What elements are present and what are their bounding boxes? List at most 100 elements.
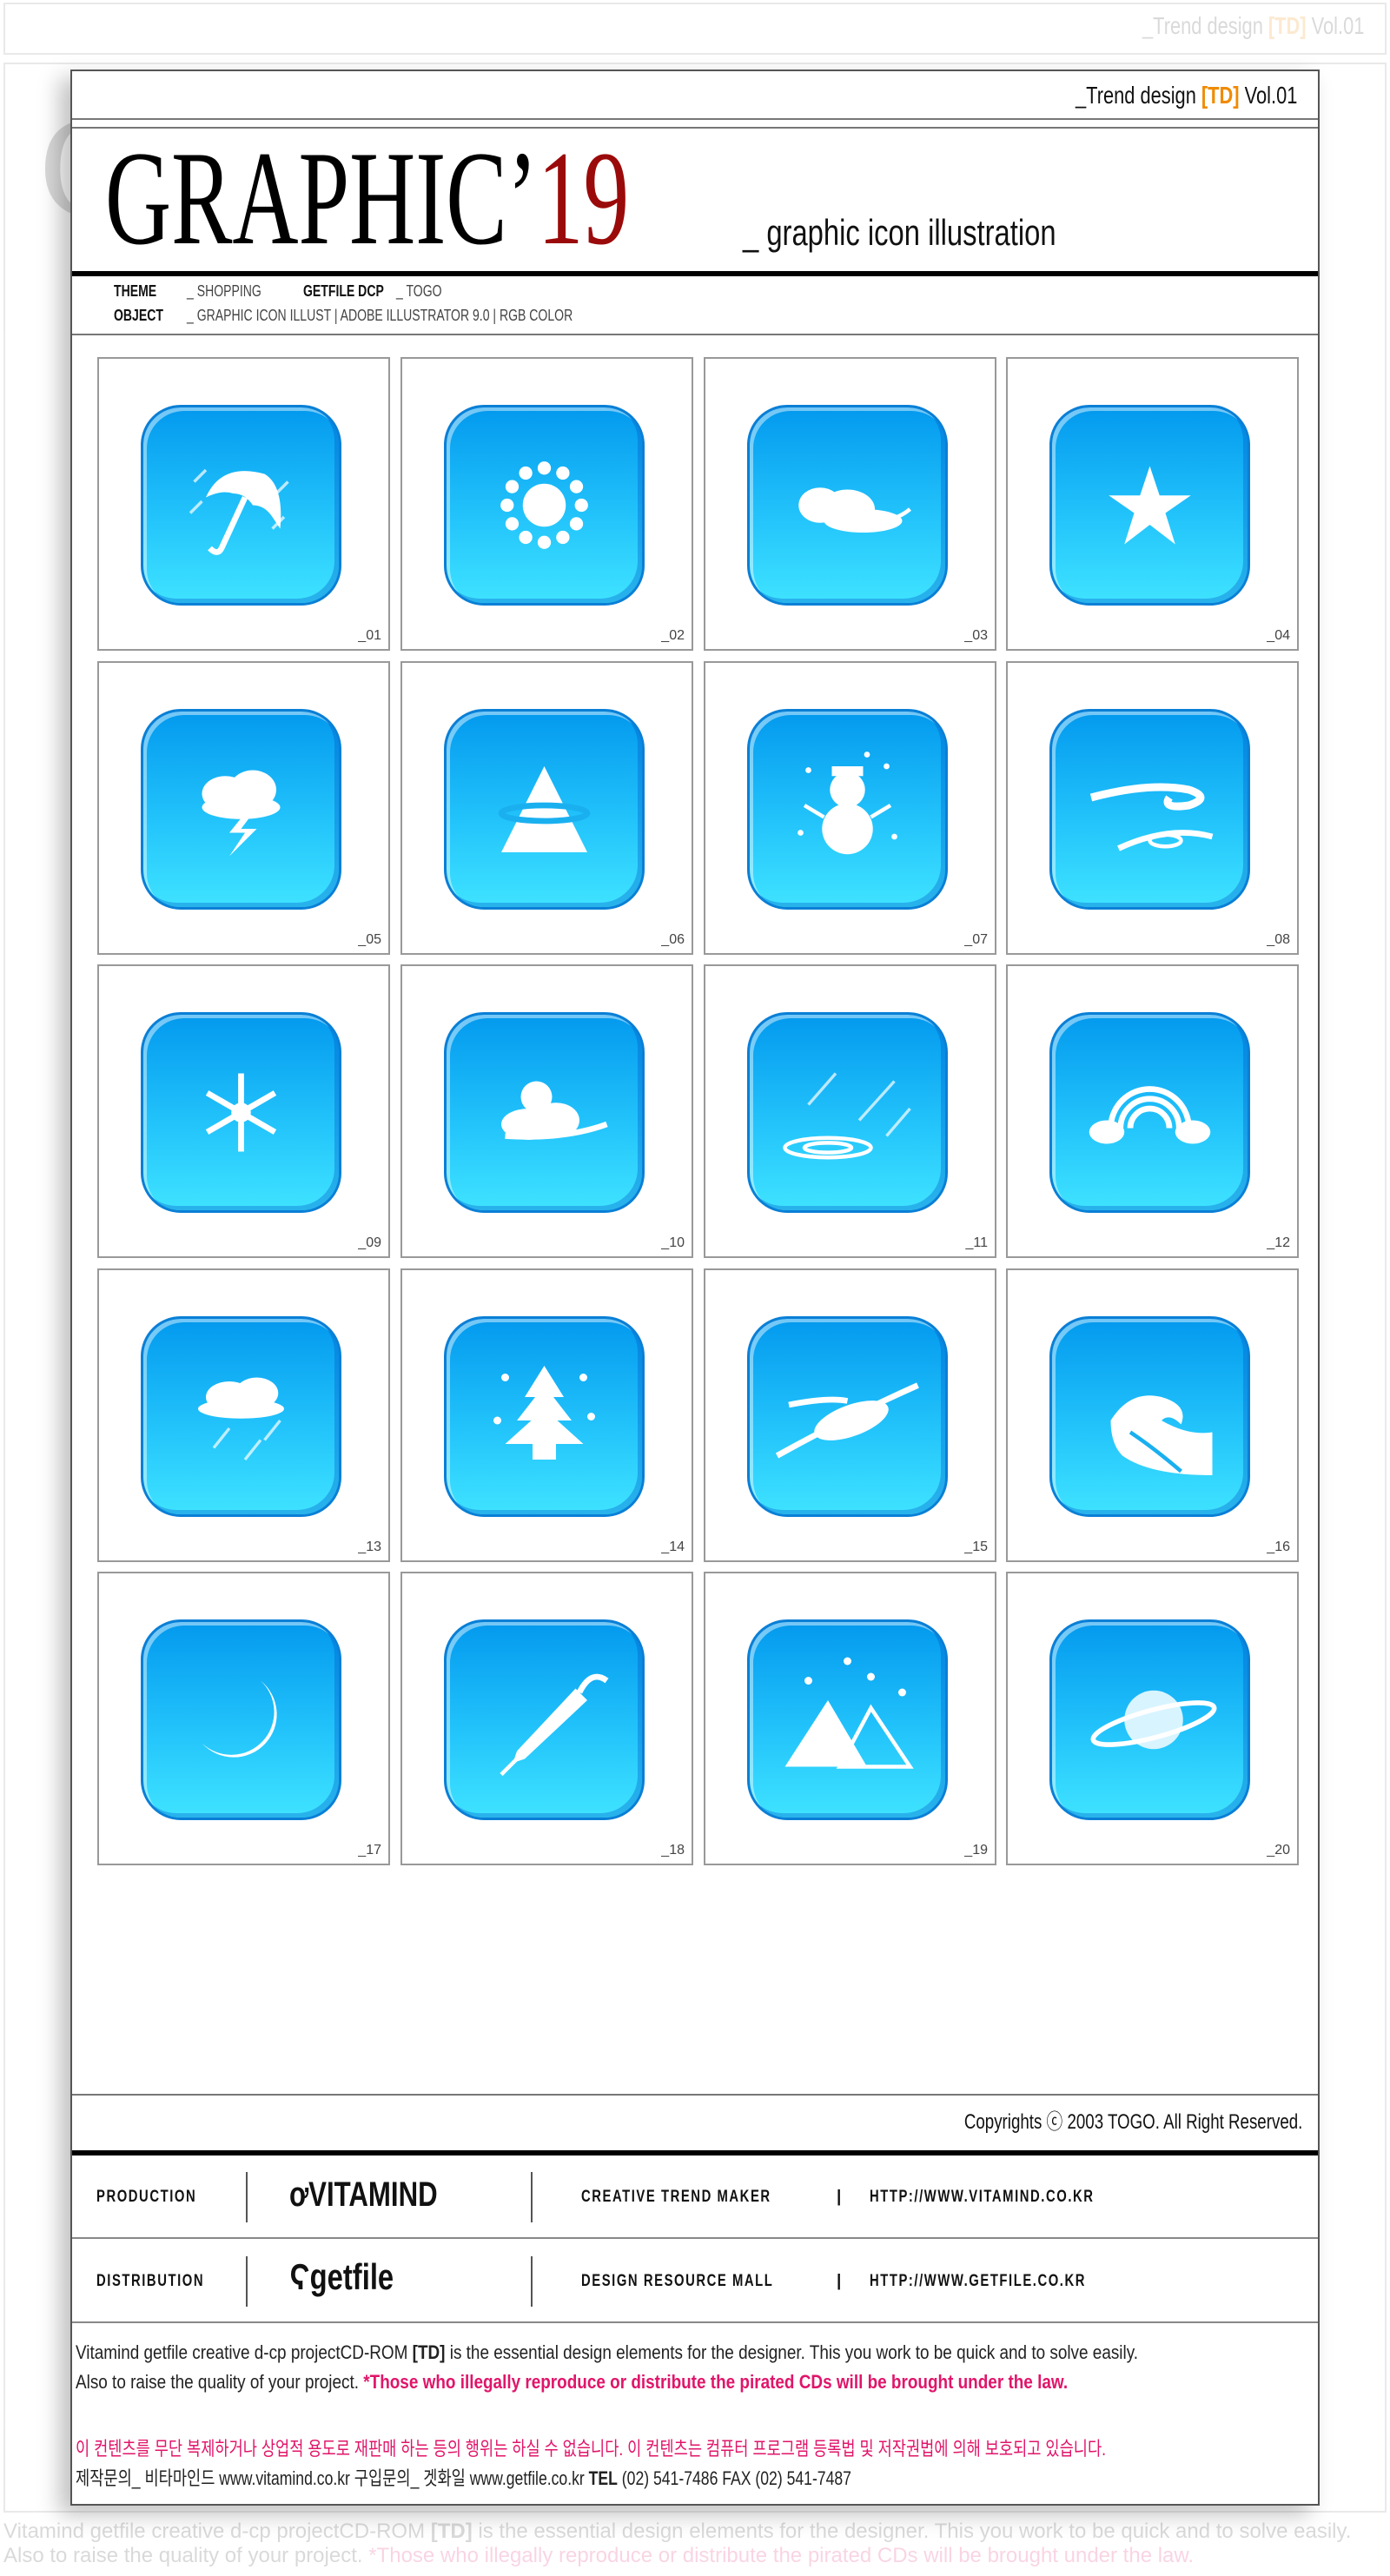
catalog-card: _Trend design [TD] Vol.01 GRAPHIC’19 _ g… [70,70,1320,2506]
getfile-logo: Ϛgetfile [289,2256,394,2297]
icon-cell[interactable]: _09 [97,964,390,1258]
divider [531,2256,533,2307]
icon-cell[interactable]: _11 [704,964,996,1258]
mountain-cloud-icon[interactable] [444,708,645,910]
divider [531,2172,533,2222]
vitamind-link[interactable]: HTTP://WWW.VITAMIND.CO.KR [870,2188,1095,2207]
icon-cell[interactable]: _18 [400,1572,693,1865]
page-subtitle: _ graphic icon illustration [743,212,1056,253]
icon-cell[interactable]: _07 [704,660,996,955]
bg-notice: Vitamind getfile creative d-cp projectCD… [3,2520,1352,2567]
icon-number: _08 [1267,931,1290,947]
icon-grid-panel: _01 _02 _03 _04 _05 _06 _07 _08 _09 _10 _11 _12 _13 _… [72,334,1318,2096]
icon-number: _01 [358,628,381,643]
icon-cell[interactable]: _13 [97,1268,390,1562]
star-icon[interactable] [1049,405,1250,606]
icon-number: _10 [661,1235,685,1250]
thunder-cloud-icon[interactable] [141,708,341,910]
icon-number: _14 [661,1539,685,1554]
icon-cell[interactable]: _17 [97,1572,390,1865]
icon-number: _11 [965,1235,988,1250]
snow-tree-icon[interactable] [444,1315,645,1517]
icon-number: _15 [964,1539,988,1554]
snow-mountain-icon[interactable] [747,1619,948,1820]
korean-warning: 이 컨텐츠를 무단 복제하거나 상업적 용도로 재판매 하는 등의 행위는 하실… [76,2438,1107,2460]
notice-box: Vitamind getfile creative d-cp projectCD… [72,2324,1318,2507]
icon-cell[interactable]: _05 [97,660,390,955]
icon-cell[interactable]: _04 [1006,357,1299,651]
icon-number: _05 [358,931,381,947]
icon-number: _20 [1267,1843,1290,1858]
closed-umbrella-icon[interactable] [444,1619,645,1820]
notice-line-1: Vitamind getfile creative d-cp projectCD… [76,2341,1139,2363]
icon-cell[interactable]: _12 [1006,964,1299,1258]
meta-theme-row: THEME _ SHOPPING GETFILE DCP _ TOGO [114,282,896,301]
production-tagline: CREATIVE TREND MAKER [581,2188,771,2206]
icon-cell[interactable]: _16 [1006,1268,1299,1562]
wind-icon[interactable] [1049,708,1250,910]
series-label: _Trend design [TD] Vol.01 [1075,82,1297,109]
icon-number: _07 [964,931,988,947]
production-row: PRODUCTION ơVITAMIND CREATIVE TREND MAKE… [72,2156,1318,2239]
icon-cell[interactable]: _02 [400,357,693,651]
separator: | [837,2272,844,2290]
cloud-icon[interactable] [747,405,948,606]
footer-divider [72,2150,1318,2155]
theme-value: _ SHOPPING [187,282,261,300]
moon-icon[interactable] [141,1619,341,1820]
getfile-label: GETFILE DCP [303,282,384,300]
icon-cell[interactable]: _14 [400,1268,693,1562]
header: GRAPHIC’19 _ graphic icon illustration [72,127,1318,276]
rain-puddle-icon[interactable] [747,1012,948,1213]
planet-icon[interactable] [1049,1619,1250,1820]
rain-cloud-icon[interactable] [141,1315,341,1517]
top-bar: _Trend design [TD] Vol.01 [72,71,1318,120]
icon-cell[interactable]: _19 [704,1572,996,1865]
object-value: _ GRAPHIC ICON ILLUST | ADOBE ILLUSTRATO… [187,307,573,324]
distribution-label: DISTRIBUTION [96,2272,205,2290]
icon-cell[interactable]: _01 [97,357,390,651]
object-label: OBJECT [114,307,163,324]
icon-number: _19 [964,1843,988,1858]
vitamind-logo: ơVITAMIND [289,2175,438,2214]
icon-number: _09 [358,1235,381,1250]
meta-object-row: OBJECT _ GRAPHIC ICON ILLUST | ADOBE ILL… [114,307,896,326]
copyright: Copyrights ⓒ 2003 TOGO. All Right Reserv… [963,2110,1302,2134]
icon-cell[interactable]: _10 [400,964,693,1258]
wave-icon[interactable] [1049,1315,1250,1517]
divider [246,2256,248,2307]
getfile-value: _ TOGO [396,282,442,300]
icon-number: _06 [661,931,685,947]
icon-cell[interactable]: _06 [400,660,693,955]
contact-line: 제작문의_ 비타마인드 www.vitamind.co.kr 구입문의_ 겟화일… [76,2467,851,2489]
distribution-row: DISTRIBUTION Ϛgetfile DESIGN RESOURCE MA… [72,2241,1318,2323]
icon-cell[interactable]: _20 [1006,1572,1299,1865]
separator: | [837,2188,844,2206]
icon-cell[interactable]: _03 [704,357,996,651]
sun-cloud-icon[interactable] [444,1012,645,1213]
sun-icon[interactable] [444,405,645,606]
icon-number: _12 [1267,1235,1290,1250]
typhoon-icon[interactable] [747,1315,948,1517]
production-label: PRODUCTION [96,2188,197,2206]
getfile-link[interactable]: HTTP://WWW.GETFILE.CO.KR [870,2272,1086,2291]
icon-number: _16 [1267,1539,1290,1554]
umbrella-rain-icon[interactable] [141,405,341,606]
icon-number: _18 [661,1843,685,1858]
icon-cell[interactable]: _15 [704,1268,996,1562]
icon-cell[interactable]: _08 [1006,660,1299,955]
icon-number: _04 [1267,628,1290,643]
icon-number: _13 [358,1539,381,1554]
icon-number: _02 [661,628,685,643]
icon-number: _17 [358,1843,381,1858]
theme-label: THEME [114,282,157,300]
notice-line-2: Also to raise the quality of your projec… [76,2371,1069,2393]
page-title: GRAPHIC’19 [105,123,630,273]
bg-series-text: _Trend design [TD] Vol.01 [1142,12,1364,39]
rainbow-icon[interactable] [1049,1012,1250,1213]
snowman-icon[interactable] [747,708,948,910]
divider [246,2172,248,2222]
icon-number: _03 [964,628,988,643]
snowflake-icon[interactable] [141,1012,341,1213]
distribution-tagline: DESIGN RESOURCE MALL [581,2272,774,2290]
